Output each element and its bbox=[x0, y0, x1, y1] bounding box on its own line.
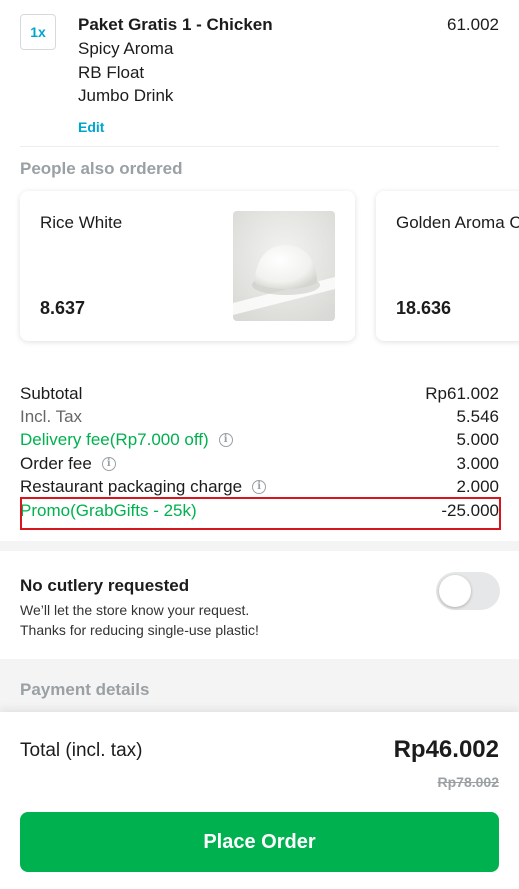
info-icon[interactable]: i bbox=[252, 480, 267, 494]
recommendation-name: Golden Aroma C bbox=[396, 213, 519, 232]
item-price: 61.002 bbox=[447, 15, 499, 34]
recommendations-title: People also ordered bbox=[20, 159, 183, 178]
tax-value: 5.546 bbox=[456, 407, 499, 426]
cart-item: 1x Paket Gratis 1 - Chicken 61.002 Spicy… bbox=[0, 0, 519, 148]
delivery-fee-value: 5.000 bbox=[456, 430, 499, 449]
subtotal-value: Rp61.002 bbox=[425, 384, 499, 403]
recommendation-card[interactable]: Golden Aroma C 18.636 bbox=[376, 191, 519, 341]
order-fee-row: Order fee i 3.000 bbox=[20, 453, 499, 475]
order-fee-label: Order fee bbox=[20, 454, 92, 473]
recommendation-price: 8.637 bbox=[40, 298, 86, 318]
tax-label: Incl. Tax bbox=[20, 407, 83, 426]
item-title: Paket Gratis 1 - Chicken bbox=[78, 15, 273, 34]
order-fee-value: 3.000 bbox=[456, 454, 499, 473]
item-option: Jumbo Drink bbox=[78, 86, 174, 105]
cutlery-description: We’ll let the store know your request. bbox=[20, 602, 250, 618]
delivery-fee-label: Delivery fee(Rp7.000 off) bbox=[20, 430, 209, 449]
recommendation-card[interactable]: Rice White 8.637 bbox=[20, 191, 355, 341]
info-icon[interactable]: i bbox=[218, 433, 233, 447]
subtotal-label: Subtotal bbox=[20, 384, 83, 403]
edit-item-link[interactable]: Edit bbox=[78, 119, 104, 135]
section-separator bbox=[0, 541, 519, 551]
subtotal-row: Subtotal Rp61.002 bbox=[20, 383, 499, 405]
item-option: Spicy Aroma bbox=[78, 39, 174, 58]
recommendation-price: 18.636 bbox=[396, 298, 452, 318]
promo-highlight-box bbox=[20, 497, 501, 530]
payment-details-title: Payment details bbox=[20, 680, 150, 699]
delivery-fee-row: Delivery fee(Rp7.000 off) i 5.000 bbox=[20, 429, 499, 451]
packaging-label: Restaurant packaging charge bbox=[20, 477, 243, 496]
packaging-value: 2.000 bbox=[456, 477, 499, 496]
quantity-badge[interactable]: 1x bbox=[20, 14, 56, 50]
toggle-knob bbox=[439, 575, 471, 607]
divider bbox=[20, 146, 499, 147]
packaging-row: Restaurant packaging charge i 2.000 bbox=[20, 476, 499, 498]
cutlery-title: No cutlery requested bbox=[20, 576, 190, 595]
info-icon[interactable]: i bbox=[101, 457, 116, 471]
cutlery-toggle[interactable] bbox=[436, 572, 500, 610]
place-order-button[interactable]: Place Order bbox=[20, 812, 499, 872]
total-label: Total (incl. tax) bbox=[20, 740, 143, 761]
cutlery-description: Thanks for reducing single-use plastic! bbox=[20, 622, 259, 638]
rice-image bbox=[233, 211, 335, 321]
item-option: RB Float bbox=[78, 63, 145, 82]
total-original-price: Rp78.002 bbox=[437, 774, 499, 790]
recommendation-name: Rice White bbox=[40, 213, 123, 232]
total-value: Rp46.002 bbox=[393, 736, 499, 763]
tax-row: Incl. Tax 5.546 bbox=[20, 406, 499, 428]
